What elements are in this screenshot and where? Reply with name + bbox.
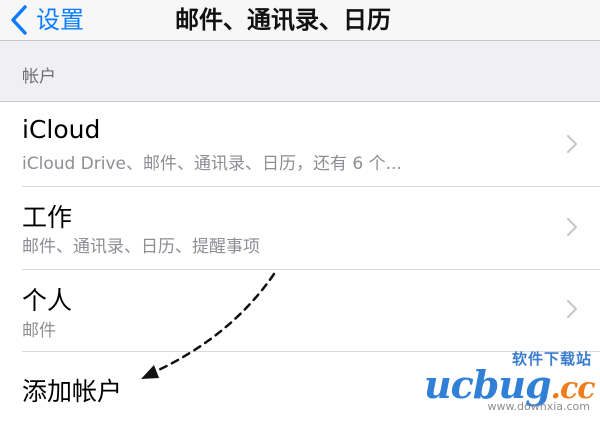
- add-account-label: 添加帐户: [22, 377, 123, 406]
- chevron-left-icon: [11, 5, 27, 35]
- back-label: 设置: [36, 6, 84, 34]
- account-row-icloud[interactable]: iCloud iCloud Drive、邮件、通讯录、日历，还有 6 个...: [0, 102, 600, 186]
- account-title: iCloud: [22, 115, 101, 144]
- settings-screen: 设置 邮件、通讯录、日历 帐户 iCloud iCloud Drive、邮件、通…: [0, 0, 600, 423]
- chevron-right-icon: [566, 217, 578, 237]
- account-row-personal[interactable]: 个人 邮件: [0, 269, 600, 351]
- page-title: 邮件、通讯录、日历: [175, 6, 391, 34]
- chevron-right-icon: [566, 299, 578, 319]
- account-title: 工作: [22, 203, 73, 232]
- navigation-bar: 设置 邮件、通讯录、日历: [0, 0, 600, 41]
- account-subtitle: iCloud Drive、邮件、通讯录、日历，还有 6 个...: [22, 154, 402, 174]
- account-subtitle: 邮件: [22, 321, 56, 341]
- chevron-right-icon: [566, 134, 578, 154]
- account-title: 个人: [22, 286, 73, 315]
- add-account-button[interactable]: 添加帐户: [0, 351, 600, 423]
- accounts-list: iCloud iCloud Drive、邮件、通讯录、日历，还有 6 个... …: [0, 101, 600, 423]
- account-subtitle: 邮件、通讯录、日历、提醒事项: [22, 237, 260, 257]
- back-button[interactable]: 设置: [8, 0, 84, 40]
- section-header-accounts: 帐户: [22, 67, 56, 87]
- account-row-work[interactable]: 工作 邮件、通讯录、日历、提醒事项: [0, 186, 600, 269]
